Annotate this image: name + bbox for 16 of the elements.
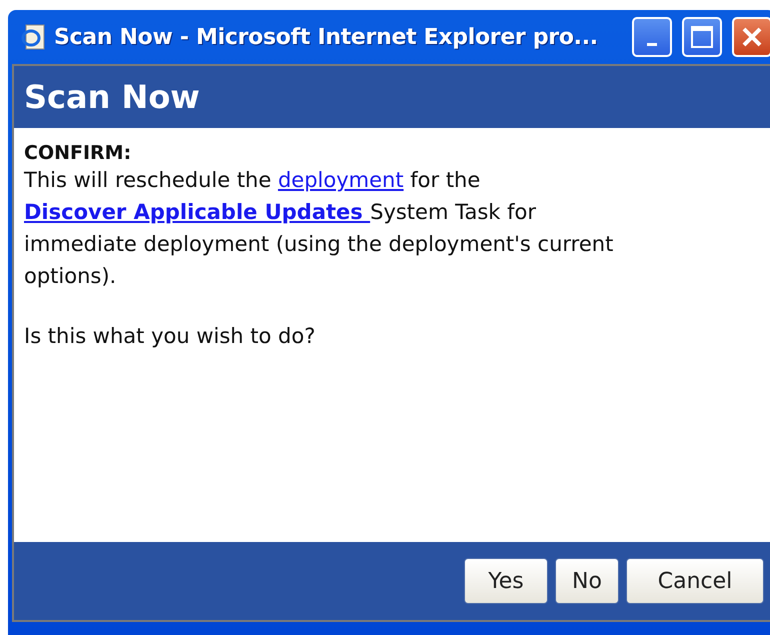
- window-title: Scan Now - Microsoft Internet Explorer pro...: [54, 24, 599, 50]
- maximize-button[interactable]: [682, 17, 722, 57]
- maximize-icon: [690, 25, 714, 49]
- confirm-heading: CONFIRM:: [24, 142, 132, 164]
- confirm-message: This will reschedule the deployment for the Discover Applicable Updates System Task for immediate deployment (using the deployment's current options).: [24, 167, 614, 290]
- task-link[interactable]: Discover Applicable Updates: [24, 200, 370, 224]
- dialog-button[interactable]: Cancel: [626, 558, 764, 604]
- dialog-button[interactable]: No: [555, 558, 619, 604]
- dialog-button[interactable]: Yes: [464, 558, 548, 604]
- page-title: Scan Now: [24, 78, 200, 116]
- close-icon: [740, 25, 764, 49]
- deployment-link[interactable]: deployment: [278, 168, 404, 192]
- minimize-button[interactable]: [632, 17, 672, 57]
- close-button[interactable]: [732, 17, 770, 57]
- confirm-question: Is this what you wish to do?: [24, 324, 316, 348]
- minimize-icon: [647, 42, 657, 46]
